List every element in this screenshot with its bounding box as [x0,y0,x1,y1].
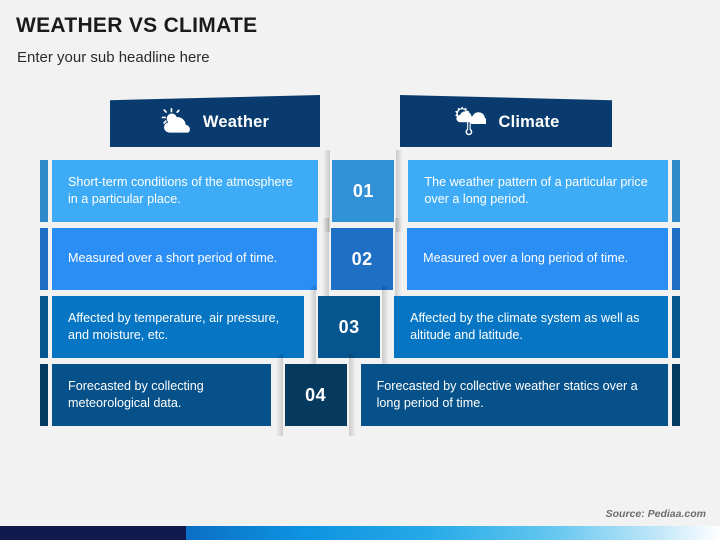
comparison-grid: Short-term conditions of the atmosphere … [40,150,680,436]
row-accent-left [40,160,48,222]
source-note: Source: Pediaa.com [605,508,706,520]
slide-canvas: WEATHER VS CLIMATE Enter your sub headli… [0,0,720,540]
row-number-label: 03 [318,296,381,358]
column-header-climate-label: Climate [498,113,560,131]
row-number-label: 01 [332,160,395,222]
table-row: Affected by temperature, air pressure, a… [40,286,680,368]
row-accent-left [40,364,48,426]
row-number: 03 [318,286,390,368]
bottom-bar-gradient-segment [186,526,720,540]
sun-cloud-thermometer-icon [452,102,489,141]
weather-cell: Forecasted by collecting meteorological … [52,364,271,426]
weather-cell: Short-term conditions of the atmosphere … [52,160,319,222]
row-accent-left [40,228,48,290]
sun-behind-cloud-icon [161,104,191,139]
row-accent-right [672,228,680,290]
row-accent-right [672,160,680,222]
climate-cell: The weather pattern of a particular pric… [408,160,668,222]
row-number-label: 04 [284,364,347,426]
row-number: 04 [284,354,356,436]
bottom-accent-bar [0,526,720,540]
row-accent-left [40,296,48,358]
table-row: Short-term conditions of the atmosphere … [40,150,680,232]
row-accent-right [672,364,680,426]
column-header-weather-label: Weather [202,113,270,131]
page-subtitle: Enter your sub headline here [17,49,210,66]
weather-cell: Measured over a short period of time. [52,228,318,290]
row-accent-right [672,296,680,358]
page-title: WEATHER VS CLIMATE [16,14,258,37]
row-number: 02 [331,218,403,300]
row-number-label: 02 [331,228,394,290]
climate-cell: Measured over a long period of time. [407,228,668,290]
column-header-weather: Weather [110,95,320,147]
climate-cell: Forecasted by collective weather statics… [360,364,668,426]
bottom-bar-navy-segment [0,526,186,540]
row-number: 01 [332,150,404,232]
table-row: Forecasted by collecting meteorological … [40,354,680,436]
climate-cell: Affected by the climate system as well a… [394,296,668,358]
weather-cell: Affected by temperature, air pressure, a… [52,296,305,358]
column-header-climate: Climate [400,95,612,147]
table-row: Measured over a short period of time. 02… [40,218,680,300]
